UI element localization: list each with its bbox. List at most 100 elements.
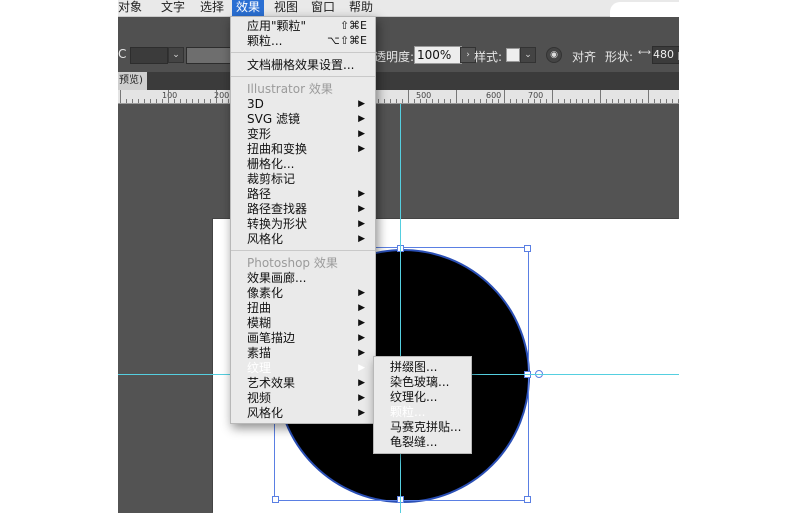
ruler-tick — [474, 99, 475, 103]
ruler-tick — [378, 99, 379, 103]
ruler-tick — [468, 99, 469, 103]
menu-item-label: 扭曲和变换 — [247, 142, 308, 156]
ruler-tick — [204, 99, 205, 103]
ruler-tick — [618, 99, 619, 103]
ruler-tick — [606, 99, 607, 103]
ruler-tick — [216, 90, 217, 103]
submenu-arrow-icon: ▶ — [358, 318, 365, 328]
menu-window[interactable]: 窗口 — [311, 0, 335, 16]
style-dropdown-button[interactable]: ⌄ — [520, 47, 536, 63]
menu-help[interactable]: 帮助 — [349, 0, 373, 16]
menu-item-label: 路径查找器 — [247, 202, 308, 216]
resize-handle-bl[interactable] — [272, 496, 279, 503]
ruler-tick — [486, 99, 487, 103]
menu-item-label: 染色玻璃... — [390, 375, 450, 389]
ruler-tick — [576, 99, 577, 103]
align-label[interactable]: 对齐 — [572, 48, 596, 65]
stroke-weight-field[interactable] — [130, 47, 168, 64]
ruler-tick — [456, 90, 457, 103]
ruler-tick — [432, 99, 433, 103]
ruler-tick — [612, 99, 613, 103]
ruler-tick — [126, 99, 127, 103]
ruler-tick — [630, 99, 631, 103]
menu-view[interactable]: 视图 — [274, 0, 298, 16]
menu-item-label: 模糊 — [247, 316, 272, 330]
menu-item-label: 画笔描边 — [247, 331, 296, 345]
menu-item-label: 像素化 — [247, 286, 284, 300]
ruler-tick — [498, 99, 499, 103]
ruler-tick — [672, 99, 673, 103]
ruler-tick — [636, 99, 637, 103]
ruler-tick — [210, 99, 211, 103]
menu-item-shortcut: ⌥⇧⌘E — [327, 34, 367, 47]
ruler-tick — [138, 99, 139, 103]
submenu-arrow-icon: ▶ — [358, 363, 365, 373]
submenu-arrow-icon: ▶ — [358, 129, 365, 139]
style-label: 样式: — [474, 50, 503, 64]
ruler-tick — [666, 99, 667, 103]
submenu-arrow-icon: ▶ — [358, 378, 365, 388]
ruler-tick — [408, 90, 409, 103]
ruler-tick — [678, 99, 679, 103]
ruler-tick — [582, 99, 583, 103]
recolor-icon[interactable]: ◉ — [546, 47, 562, 63]
menu-bar: 对象 文字 选择 效果 视图 窗口 帮助 — [118, 0, 679, 26]
opacity-input[interactable]: 100% — [414, 46, 462, 64]
ruler-tick — [660, 99, 661, 103]
menu-item-label: 颗粒... — [390, 405, 426, 419]
menu-item-label: 效果画廊... — [247, 271, 307, 285]
document-tab[interactable]: 预览) — [118, 72, 148, 90]
ruler-tick — [642, 99, 643, 103]
width-link-icon: ⟷ — [638, 48, 651, 58]
ruler-tick — [228, 99, 229, 103]
ruler-tick — [522, 99, 523, 103]
ruler-tick — [162, 99, 163, 103]
effect-menu: 应用"颗粒" ⇧⌘E 颗粒... ⌥⇧⌘E 文档栅格效果设置... Illust… — [230, 16, 376, 424]
menu-item-label: 视频 — [247, 391, 272, 405]
section-header: Illustrator 效果 — [247, 82, 333, 96]
submenu-arrow-icon: ▶ — [358, 189, 365, 199]
ruler-tick — [600, 90, 601, 103]
submenu-arrow-icon: ▶ — [358, 99, 365, 109]
width-input[interactable]: 480 p — [652, 46, 679, 64]
menu-object[interactable]: 对象 — [118, 0, 142, 16]
menu-type[interactable]: 文字 — [161, 0, 185, 16]
ruler-tick — [528, 99, 529, 103]
ruler-tick — [504, 90, 505, 103]
opacity-label: 透明度: — [374, 50, 415, 64]
ruler-tick — [186, 99, 187, 103]
menu-separator — [231, 76, 375, 77]
submenu-arrow-icon: ▶ — [358, 219, 365, 229]
menu-item-label: 风格化 — [247, 406, 284, 420]
variable-width-field[interactable] — [186, 47, 234, 64]
horizontal-ruler[interactable]: 100 200 300 400 500 600 700 — [118, 90, 679, 104]
stroke-dropdown-button[interactable]: ⌄ — [168, 47, 184, 63]
submenu-arrow-icon: ▶ — [358, 333, 365, 343]
menu-item-label: 颗粒... — [247, 34, 283, 48]
menu-select[interactable]: 选择 — [200, 0, 224, 16]
ruler-tick — [168, 90, 169, 103]
ruler-tick — [534, 99, 535, 103]
ruler-tick — [648, 90, 649, 103]
menu-separator — [231, 52, 375, 53]
menu-item-label: 纹理 — [247, 361, 272, 375]
ruler-tick — [384, 99, 385, 103]
menu-item-label: 文档栅格效果设置... — [247, 58, 355, 72]
menu-item-label: 变形 — [247, 127, 272, 141]
ruler-tick — [444, 99, 445, 103]
ruler-tick — [120, 90, 121, 103]
style-swatch[interactable] — [506, 48, 520, 62]
submenu-arrow-icon: ▶ — [358, 144, 365, 154]
resize-handle-tr[interactable] — [524, 245, 531, 252]
fill-label: C — [118, 47, 127, 61]
resize-handle-br[interactable] — [524, 496, 531, 503]
ruler-tick — [390, 99, 391, 103]
ruler-tick — [462, 99, 463, 103]
menu-effect[interactable]: 效果 — [232, 0, 265, 16]
section-header: Photoshop 效果 — [247, 256, 338, 270]
menu-item-label: 路径 — [247, 187, 272, 201]
menu-item-shortcut: ⇧⌘E — [339, 19, 367, 32]
menu-item-label: 转换为形状 — [247, 217, 308, 231]
submenu-arrow-icon: ▶ — [358, 288, 365, 298]
menu-item-label: 应用"颗粒" — [247, 19, 307, 33]
